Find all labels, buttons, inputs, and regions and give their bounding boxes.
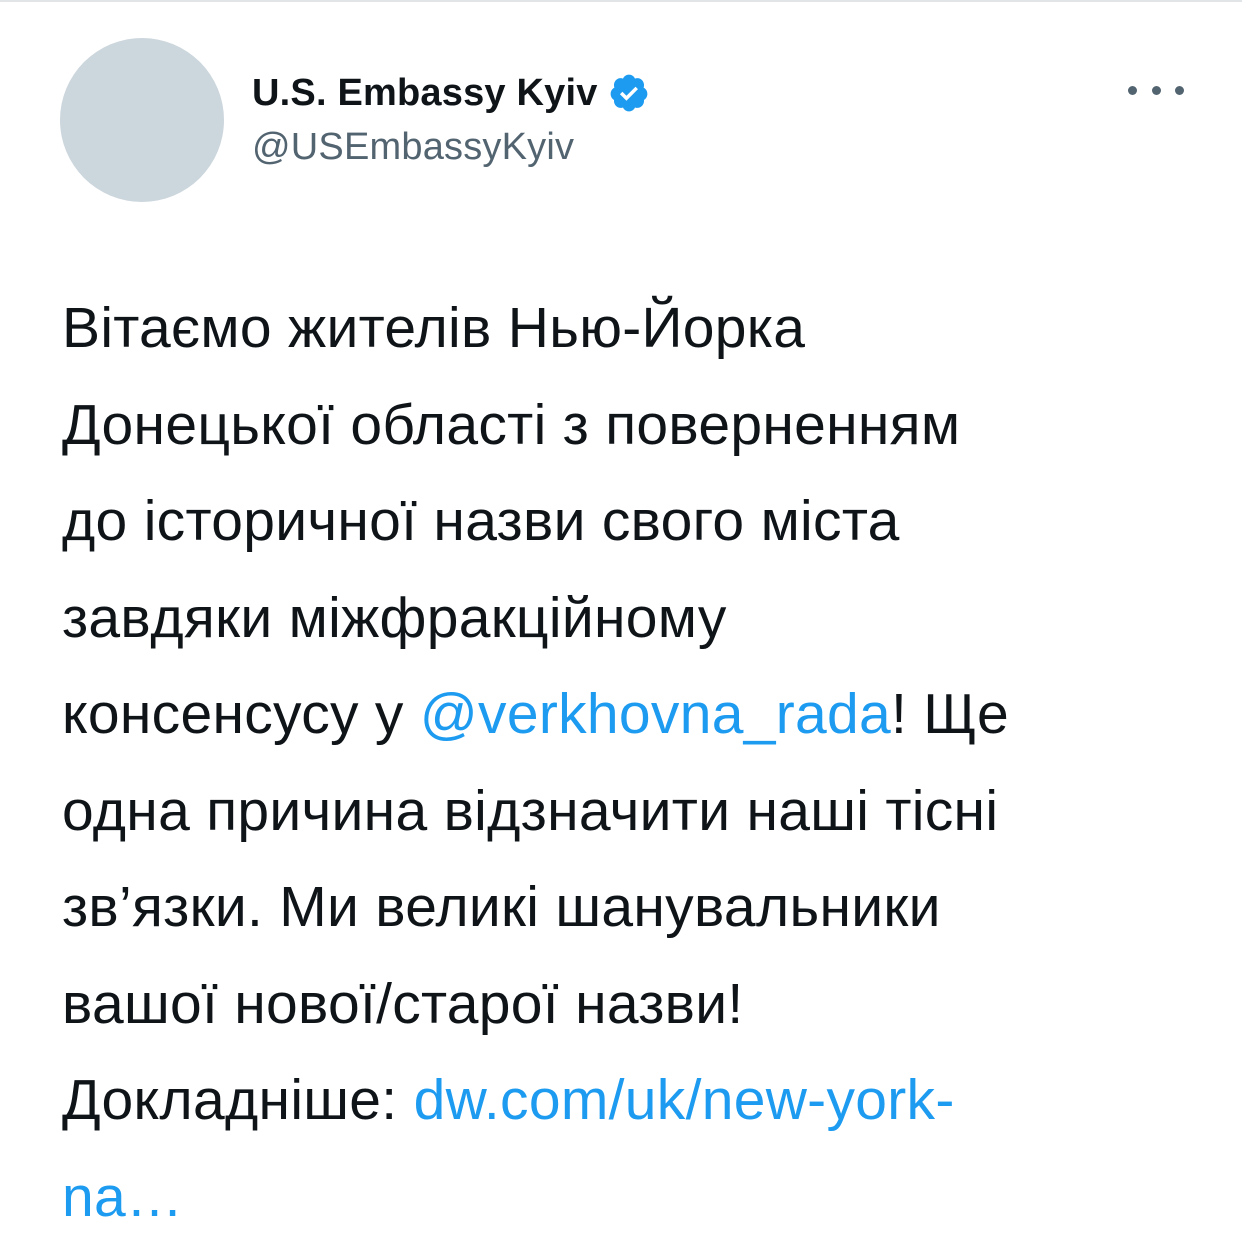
tweet-text-segment: завдяки міжфракційному bbox=[62, 585, 727, 650]
tweet-text-line: завдяки міжфракційному bbox=[62, 570, 1202, 667]
tweet-text-line: зв’язки. Ми великі шанувальники bbox=[62, 859, 1202, 956]
tweet-text-segment: одна причина відзначити наші тісні bbox=[62, 778, 999, 843]
more-options-button[interactable] bbox=[1128, 72, 1184, 108]
tweet-text-line: вашої нової/старої назви! bbox=[62, 956, 1202, 1053]
tweet-text-line: Вітаємо жителів Нью-Йорка bbox=[62, 280, 1202, 377]
tweet-text-line: na… bbox=[62, 1149, 1202, 1246]
url-link[interactable]: dw.com/uk/new-york- bbox=[414, 1068, 955, 1132]
tweet-text-line: до історичної назви свого міста bbox=[62, 473, 1202, 570]
tweet-text-segment: Докладніше: bbox=[62, 1068, 414, 1132]
tweet-text-segment: консенсусу у bbox=[62, 682, 420, 746]
more-horizontal-icon bbox=[1151, 85, 1161, 95]
tweet-text-segment: Вітаємо жителів Нью-Йорка bbox=[62, 296, 806, 360]
top-divider bbox=[0, 0, 1242, 2]
url-link-continuation[interactable]: na… bbox=[62, 1165, 183, 1229]
author-name-row: U.S. Embassy Kyiv bbox=[252, 66, 650, 120]
tweet-text-line: консенсусу у @verkhovna_rada! Ще bbox=[62, 666, 1202, 763]
tweet-text-segment: вашої нової/старої назви! bbox=[62, 971, 744, 1036]
tweet-text-line: Донецької області з поверненням bbox=[62, 377, 1202, 474]
tweet-author[interactable]: U.S. Embassy Kyiv @USEmbassyKyiv bbox=[252, 66, 650, 169]
verified-badge-icon bbox=[608, 72, 650, 114]
author-display-name[interactable]: U.S. Embassy Kyiv bbox=[252, 72, 598, 115]
tweet-text-line: одна причина відзначити наші тісні bbox=[62, 763, 1202, 860]
avatar[interactable] bbox=[60, 38, 224, 202]
mention-link[interactable]: @verkhovna_rada bbox=[420, 682, 891, 746]
tweet-text-segment: зв’язки. Ми великі шанувальники bbox=[62, 875, 941, 939]
author-handle[interactable]: @USEmbassyKyiv bbox=[252, 126, 650, 169]
tweet-text-segment: ! Ще bbox=[891, 682, 1010, 746]
more-horizontal-icon bbox=[1128, 85, 1137, 95]
tweet-text-segment: Донецької області з поверненням bbox=[62, 392, 961, 457]
tweet-text: Вітаємо жителів Нью-Йорка Донецької обла… bbox=[62, 280, 1202, 1245]
tweet-text-segment: до історичної назви свого міста bbox=[62, 489, 900, 553]
tweet-text-line: Докладніше: dw.com/uk/new-york- bbox=[62, 1052, 1202, 1149]
more-horizontal-icon bbox=[1175, 85, 1184, 95]
